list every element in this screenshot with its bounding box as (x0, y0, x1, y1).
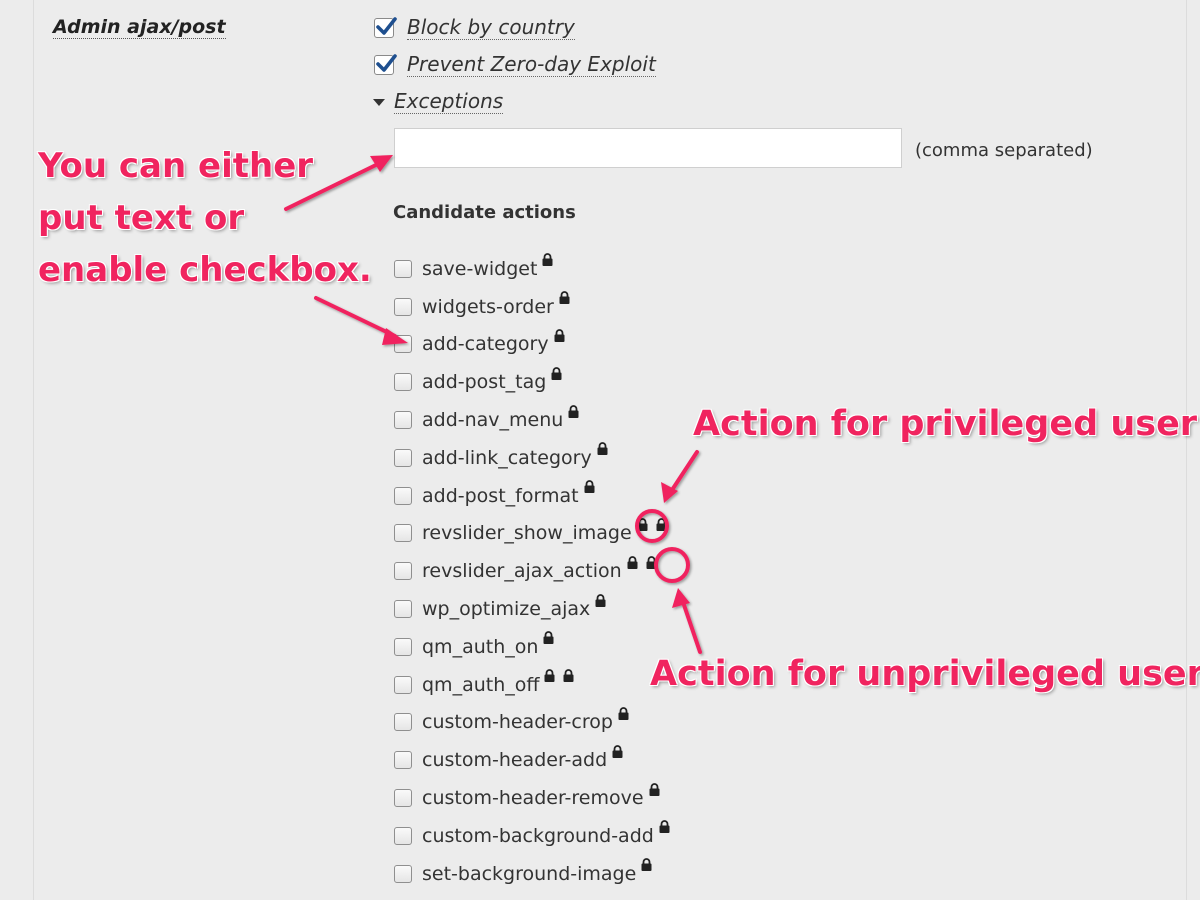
candidate-action-checkbox[interactable] (394, 789, 412, 808)
candidate-action-row[interactable]: add-post_format (394, 477, 670, 515)
lock-icon (563, 669, 574, 683)
candidate-action-checkbox[interactable] (394, 335, 412, 354)
prevent-zero-day-checkbox[interactable] (374, 54, 397, 75)
section-label: Admin ajax/post (53, 16, 226, 39)
candidate-action-row[interactable]: custom-header-add (394, 741, 670, 779)
candidate-action-checkbox[interactable] (394, 751, 412, 770)
candidate-action-label[interactable]: custom-header-remove (422, 787, 644, 809)
lock-icon (544, 669, 555, 683)
candidate-action-row[interactable]: custom-header-crop (394, 704, 670, 742)
lock-icon (551, 366, 562, 380)
lock-icon (637, 518, 648, 531)
lock-icon (543, 631, 554, 645)
candidate-action-checkbox[interactable] (394, 486, 412, 505)
candidate-action-label[interactable]: add-link_category (422, 447, 592, 469)
candidate-action-checkbox[interactable] (394, 524, 412, 543)
candidate-action-row[interactable]: wp_optimize_ajax (394, 590, 670, 628)
candidate-action-row[interactable]: revslider_ajax_action (394, 552, 670, 590)
lock-icon (595, 593, 606, 607)
candidate-action-checkbox[interactable] (394, 864, 412, 883)
lock-icon (646, 555, 657, 569)
candidate-action-row[interactable]: set-background-image (394, 855, 670, 893)
candidate-action-checkbox[interactable] (394, 448, 412, 467)
checkmark-icon (376, 54, 397, 72)
candidate-action-checkbox[interactable] (394, 713, 412, 732)
lock-icon (597, 442, 608, 456)
candidate-action-row[interactable]: add-post_tag (394, 363, 670, 401)
lock-icon (584, 480, 595, 494)
candidate-action-checkbox[interactable] (394, 675, 412, 694)
candidate-action-label[interactable]: revslider_ajax_action (422, 560, 622, 582)
candidate-action-checkbox[interactable] (394, 562, 412, 581)
candidate-action-checkbox[interactable] (394, 637, 412, 656)
candidate-action-row[interactable]: add-nav_menu (394, 401, 670, 439)
exceptions-toggle[interactable]: Exceptions (373, 90, 504, 114)
candidate-action-row[interactable]: widgets-order (394, 288, 670, 326)
candidate-action-row[interactable]: add-category (394, 326, 670, 364)
annotation-privileged: Action for privileged user (692, 403, 1198, 444)
candidate-action-label[interactable]: add-category (422, 333, 549, 355)
exceptions-hint: (comma separated) (915, 140, 1093, 161)
option-block-by-country[interactable]: Block by country (374, 16, 575, 40)
disclosure-triangle-icon (373, 98, 385, 106)
lock-icon (612, 744, 623, 758)
candidate-action-label[interactable]: revslider_show_image (422, 522, 632, 544)
annotation-either-text-or-checkbox: You can either put text or enable checkb… (37, 145, 372, 290)
candidate-action-label[interactable]: custom-header-crop (422, 711, 613, 733)
lock-icon (649, 782, 660, 796)
candidate-action-label[interactable]: custom-background-add (422, 825, 654, 847)
candidate-action-checkbox[interactable] (394, 600, 412, 619)
annotation-unprivileged: Action for unprivileged user (649, 653, 1200, 694)
lock-icon (618, 707, 629, 720)
prevent-zero-day-label[interactable]: Prevent Zero-day Exploit (407, 53, 656, 77)
candidate-action-label[interactable]: add-post_tag (422, 371, 546, 393)
candidate-action-row[interactable]: save-widget (394, 250, 670, 288)
lock-icon (542, 253, 553, 267)
candidate-action-row[interactable]: qm_auth_on (394, 628, 670, 666)
candidate-action-label[interactable]: add-post_format (422, 485, 579, 507)
candidate-action-row[interactable]: custom-background-add (394, 817, 670, 855)
candidate-action-label[interactable]: wp_optimize_ajax (422, 598, 590, 620)
candidate-action-row[interactable]: add-link_category (394, 439, 670, 477)
candidate-action-checkbox[interactable] (394, 411, 412, 430)
candidate-action-checkbox[interactable] (394, 297, 412, 316)
candidate-action-checkbox[interactable] (394, 373, 412, 392)
option-prevent-zero-day[interactable]: Prevent Zero-day Exploit (374, 53, 656, 77)
candidate-action-row[interactable]: custom-header-remove (394, 779, 670, 817)
checkmark-icon (376, 17, 397, 35)
candidate-action-row[interactable]: revslider_show_image (394, 515, 670, 553)
exceptions-input[interactable] (394, 128, 902, 168)
lock-icon (656, 518, 667, 531)
candidate-action-row[interactable]: qm_auth_off (394, 666, 670, 704)
lock-icon (568, 404, 579, 418)
lock-icon (627, 555, 638, 569)
candidate-action-checkbox[interactable] (394, 826, 412, 845)
candidate-action-label[interactable]: add-nav_menu (422, 409, 563, 431)
candidate-action-label[interactable]: qm_auth_off (422, 674, 539, 696)
candidate-action-label[interactable]: widgets-order (422, 296, 554, 318)
lock-icon (554, 329, 565, 342)
lock-icon (659, 820, 670, 834)
candidate-action-label[interactable]: set-background-image (422, 863, 636, 885)
lock-icon (559, 291, 570, 305)
candidate-action-label[interactable]: qm_auth_on (422, 636, 538, 658)
candidate-actions-title: Candidate actions (393, 202, 576, 223)
candidate-action-label[interactable]: save-widget (422, 258, 537, 280)
candidate-action-checkbox[interactable] (394, 259, 412, 278)
candidate-action-label[interactable]: custom-header-add (422, 749, 607, 771)
exceptions-label[interactable]: Exceptions (394, 90, 504, 114)
lock-icon (641, 858, 652, 872)
block-by-country-checkbox[interactable] (374, 17, 397, 38)
block-by-country-label[interactable]: Block by country (407, 16, 575, 40)
candidate-actions-list: save-widget widgets-order add-category add-… (394, 250, 670, 893)
